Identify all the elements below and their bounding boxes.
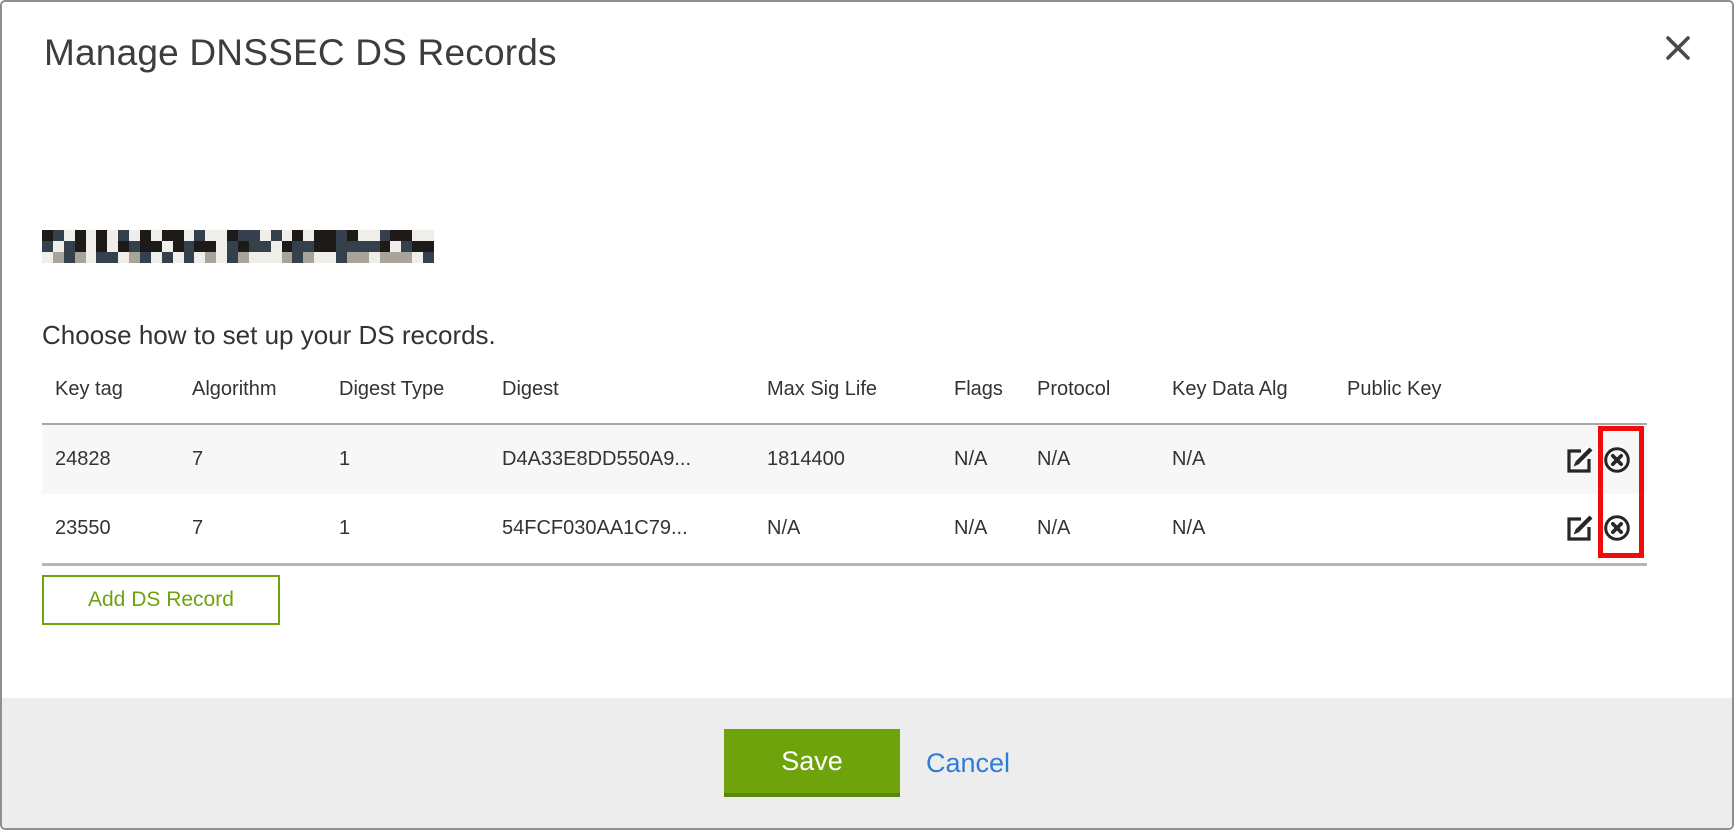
ds-records-table: Key tag Algorithm Digest Type Digest Max…: [42, 368, 1647, 566]
cell-algorithm: 7: [179, 494, 326, 564]
cell-protocol: N/A: [1024, 424, 1159, 494]
edit-pencil-square-icon: [1564, 531, 1594, 546]
edit-pencil-square-icon: [1564, 463, 1594, 478]
cell-public-key: [1334, 424, 1554, 494]
table-row: 24828 7 1 D4A33E8DD550A9... 1814400 N/A …: [42, 424, 1647, 494]
add-ds-record-button[interactable]: Add DS Record: [42, 575, 280, 625]
col-header-key-data-alg: Key Data Alg: [1159, 368, 1334, 424]
col-header-max-sig-life: Max Sig Life: [754, 368, 941, 424]
col-header-public-key: Public Key: [1334, 368, 1554, 424]
page-title: Manage DNSSEC DS Records: [44, 32, 557, 74]
cell-protocol: N/A: [1024, 494, 1159, 564]
col-header-digest: Digest: [489, 368, 754, 424]
col-header-protocol: Protocol: [1024, 368, 1159, 424]
close-icon: [1663, 33, 1693, 63]
instruction-text: Choose how to set up your DS records.: [42, 320, 496, 351]
cell-key-data-alg: N/A: [1159, 494, 1334, 564]
cell-actions: [1554, 494, 1647, 564]
cell-max-sig-life: N/A: [754, 494, 941, 564]
manage-dnssec-modal: Manage DNSSEC DS Records Choose how to s…: [0, 0, 1734, 830]
circled-x-icon: [1602, 531, 1632, 546]
delete-record-button[interactable]: [1602, 513, 1632, 543]
cell-public-key: [1334, 494, 1554, 564]
table-row: 23550 7 1 54FCF030AA1C79... N/A N/A N/A …: [42, 494, 1647, 564]
cell-max-sig-life: 1814400: [754, 424, 941, 494]
close-button[interactable]: [1658, 28, 1698, 68]
col-header-key-tag: Key tag: [42, 368, 179, 424]
cell-flags: N/A: [941, 424, 1024, 494]
col-header-flags: Flags: [941, 368, 1024, 424]
redacted-domain-name: [42, 230, 434, 263]
cell-key-data-alg: N/A: [1159, 424, 1334, 494]
table-header-row: Key tag Algorithm Digest Type Digest Max…: [42, 368, 1647, 424]
circled-x-icon: [1602, 463, 1632, 478]
cell-digest: 54FCF030AA1C79...: [489, 494, 754, 564]
cell-actions: [1554, 424, 1647, 494]
cell-digest-type: 1: [326, 494, 489, 564]
modal-footer: Save Cancel: [2, 698, 1732, 828]
delete-record-button[interactable]: [1602, 445, 1632, 475]
cell-digest: D4A33E8DD550A9...: [489, 424, 754, 494]
col-header-actions: [1554, 368, 1647, 424]
cell-key-tag: 24828: [42, 424, 179, 494]
edit-record-button[interactable]: [1564, 513, 1594, 543]
cell-key-tag: 23550: [42, 494, 179, 564]
save-button[interactable]: Save: [724, 729, 900, 797]
col-header-algorithm: Algorithm: [179, 368, 326, 424]
cell-algorithm: 7: [179, 424, 326, 494]
edit-record-button[interactable]: [1564, 445, 1594, 475]
cell-flags: N/A: [941, 494, 1024, 564]
cancel-link[interactable]: Cancel: [926, 748, 1010, 779]
col-header-digest-type: Digest Type: [326, 368, 489, 424]
cell-digest-type: 1: [326, 424, 489, 494]
